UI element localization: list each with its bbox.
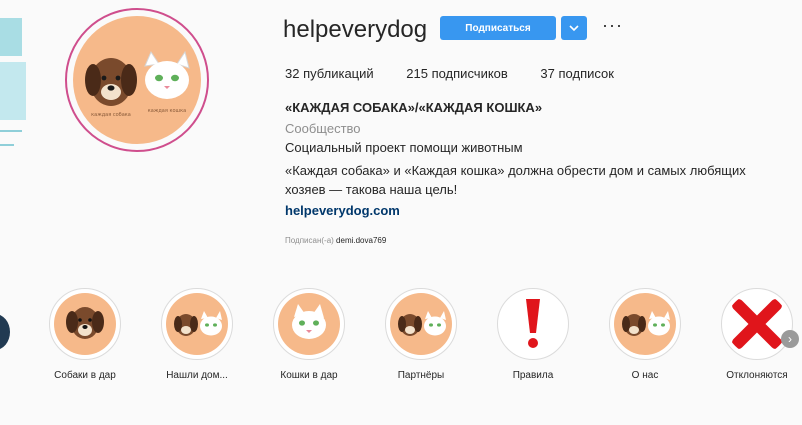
highlight-item[interactable]: Нашли дом... (160, 288, 234, 381)
more-options-button[interactable]: ··· (602, 15, 623, 36)
chevron-right-icon: › (788, 332, 792, 346)
highlight-cover (385, 288, 457, 360)
bio-line: Социальный проект помощи животным (285, 140, 523, 155)
red-cross-icon (732, 299, 782, 349)
highlight-label: Партнёры (397, 370, 445, 381)
decor-circle (0, 314, 10, 350)
follow-button[interactable]: Подписаться (440, 16, 556, 40)
highlight-cover (721, 288, 793, 360)
followed-by-text: Подписан(-а) demi.dova769 (285, 236, 386, 245)
exclamation-icon (526, 299, 540, 348)
decor-block (0, 62, 26, 120)
highlight-cover (609, 288, 681, 360)
svg-text:каждая кошка: каждая кошка (148, 108, 186, 114)
bio-line: «Каждая собака» и «Каждая кошка» должна … (285, 163, 746, 178)
decor-line (0, 144, 14, 146)
highlight-item[interactable]: Правила (496, 288, 570, 381)
followers-count[interactable]: 215 подписчиков (406, 66, 508, 81)
following-count[interactable]: 37 подписок (540, 66, 614, 81)
dog-and-cat-icon: каждая собака каждая кошка (85, 50, 190, 118)
highlight-cover (49, 288, 121, 360)
highlight-item[interactable]: Кошки в дар (272, 288, 346, 381)
highlight-item[interactable]: Партнёры (384, 288, 458, 381)
highlight-cover (273, 288, 345, 360)
suggestions-dropdown-button[interactable] (561, 16, 587, 40)
followed-by-user-link[interactable]: demi.dova769 (336, 236, 386, 245)
followed-by-prefix: Подписан(-а) (285, 236, 334, 245)
decor-block (0, 18, 22, 56)
dog-and-cat-icon (398, 311, 446, 336)
highlight-label: Нашли дом... (166, 370, 228, 381)
cat-icon (292, 304, 326, 339)
posts-count: 32 публикаций (285, 66, 374, 81)
profile-avatar[interactable]: каждая собака каждая кошка (65, 8, 209, 152)
svg-text:каждая собака: каждая собака (91, 112, 131, 118)
avatar-image: каждая собака каждая кошка (73, 16, 201, 144)
profile-stats: 32 публикаций 215 подписчиков 37 подписо… (285, 66, 643, 81)
highlight-item[interactable]: О нас (608, 288, 682, 381)
chevron-down-icon (569, 24, 579, 31)
highlights-next-button[interactable]: › (781, 330, 799, 348)
highlight-cover (497, 288, 569, 360)
profile-username: helpeverydog (283, 16, 428, 43)
highlight-label: Отклоняются (726, 370, 788, 381)
bio-line: хозяев — такова наша цель! (285, 182, 458, 197)
highlight-item[interactable]: Собаки в дар (48, 288, 122, 381)
left-edge-decoration (0, 0, 26, 425)
profile-full-name: «КАЖДАЯ СОБАКА»/«КАЖДАЯ КОШКА» (285, 100, 543, 115)
dog-icon (66, 307, 104, 339)
highlight-label: Правила (512, 370, 554, 381)
highlight-label: Собаки в дар (54, 370, 116, 381)
dog-and-cat-icon (174, 311, 222, 336)
dog-and-cat-icon (622, 311, 670, 336)
highlight-label: Кошки в дар (280, 370, 338, 381)
highlight-label: О нас (631, 370, 659, 381)
profile-website-link[interactable]: helpeverydog.com (285, 203, 400, 218)
decor-line (0, 130, 22, 132)
profile-category: Сообщество (285, 121, 361, 136)
highlight-cover (161, 288, 233, 360)
